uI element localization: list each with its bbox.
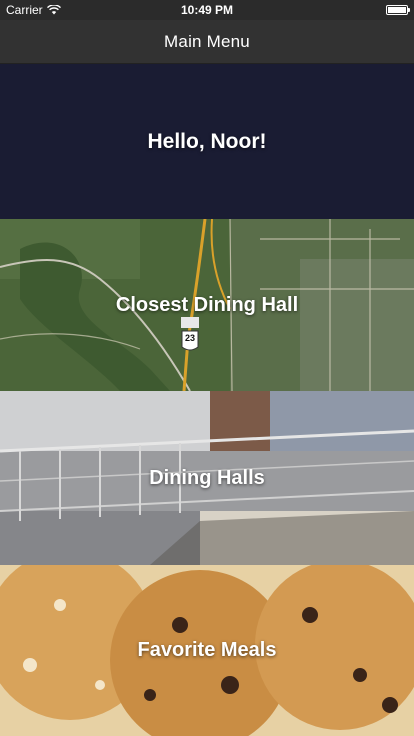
page-title: Main Menu xyxy=(164,31,250,51)
dining-halls-label: Dining Halls xyxy=(149,466,265,489)
dining-halls-button[interactable]: Dining Halls xyxy=(0,391,414,565)
greeting-banner: Hello, Noor! xyxy=(0,64,414,219)
closest-dining-hall-button[interactable]: 23 Closest Dining Hall xyxy=(0,219,414,391)
favorite-meals-button[interactable]: Favorite Meals xyxy=(0,565,414,736)
closest-dining-hall-label: Closest Dining Hall xyxy=(115,293,299,316)
status-bar: Carrier 10:49 PM xyxy=(0,0,414,20)
battery-icon xyxy=(386,5,410,15)
favorite-meals-label: Favorite Meals xyxy=(137,639,277,661)
map-route-marker: 23 xyxy=(184,333,195,343)
status-time: 10:49 PM xyxy=(180,3,234,17)
navigation-bar: Main Menu xyxy=(0,20,414,64)
greeting-text: Hello, Noor! xyxy=(147,129,267,153)
